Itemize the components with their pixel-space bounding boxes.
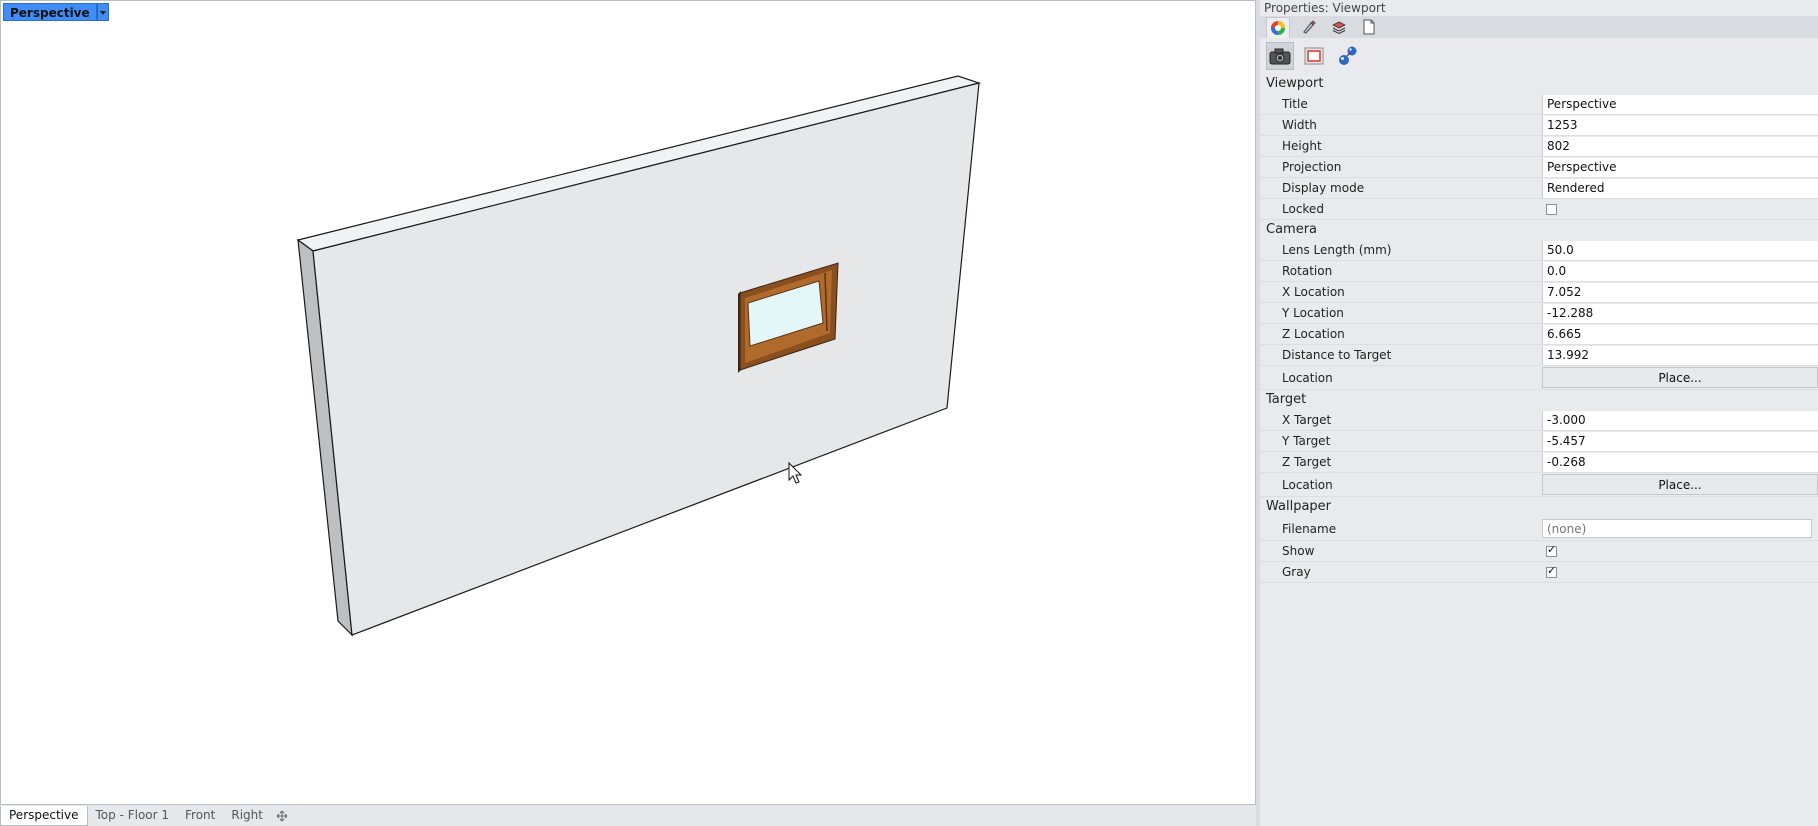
- section-target-heading: Target: [1266, 392, 1307, 407]
- display-mode-select[interactable]: Rendered: [1542, 178, 1818, 198]
- locked-checkbox[interactable]: [1546, 203, 1557, 215]
- camera-place-button[interactable]: Place...: [1542, 367, 1818, 388]
- rotation-field[interactable]: 0.0: [1542, 261, 1818, 281]
- viewport-menu-chevron-icon[interactable]: [96, 3, 109, 21]
- show-checkbox[interactable]: [1546, 543, 1557, 557]
- show-checkbox-cell: [1542, 542, 1818, 561]
- projection-label: Projection: [1282, 160, 1342, 174]
- locked-label: Locked: [1282, 202, 1324, 216]
- tab-right[interactable]: Right: [223, 806, 271, 825]
- section-viewport-heading: Viewport: [1266, 76, 1324, 91]
- viewport-tabs-bar: Perspective Top - Floor 1 Front Right: [0, 805, 1256, 826]
- gray-checkbox[interactable]: [1546, 564, 1557, 578]
- gray-label: Gray: [1282, 565, 1311, 579]
- x-target-label: X Target: [1282, 413, 1332, 427]
- title-field[interactable]: Perspective: [1542, 94, 1818, 114]
- tab-front[interactable]: Front: [177, 806, 223, 825]
- prop-row-y-location: Y Location -12.288: [1260, 303, 1818, 324]
- z-location-label: Z Location: [1282, 327, 1345, 341]
- height-field[interactable]: 802: [1542, 136, 1818, 156]
- y-location-label: Y Location: [1282, 306, 1344, 320]
- color-wheel-icon[interactable]: [1266, 16, 1290, 38]
- tab-top-floor-1[interactable]: Top - Floor 1: [88, 806, 178, 825]
- brush-icon[interactable]: [1298, 17, 1320, 37]
- width-field[interactable]: 1253: [1542, 115, 1818, 135]
- prop-row-locked: Locked: [1260, 199, 1818, 220]
- camera-icon[interactable]: [1266, 42, 1294, 70]
- z-location-field[interactable]: 6.665: [1542, 324, 1818, 344]
- camera-location-label: Location: [1282, 370, 1333, 385]
- width-label: Width: [1282, 118, 1317, 132]
- distance-to-target-label: Distance to Target: [1282, 348, 1392, 362]
- x-location-field[interactable]: 7.052: [1542, 282, 1818, 302]
- target-location-label: Location: [1282, 477, 1333, 492]
- title-label: Title: [1282, 97, 1308, 111]
- filename-field[interactable]: (none): [1542, 519, 1812, 538]
- section-camera-heading: Camera: [1266, 222, 1318, 237]
- render-sphere-icon[interactable]: [1334, 42, 1362, 70]
- prop-row-projection: Projection Perspective: [1260, 157, 1818, 178]
- prop-row-x-target: X Target -3.000: [1260, 410, 1818, 431]
- prop-row-rotation: Rotation 0.0: [1260, 261, 1818, 282]
- z-target-field[interactable]: -0.268: [1542, 452, 1818, 472]
- prop-row-show: Show: [1260, 541, 1818, 562]
- prop-row-filename: Filename (none): [1260, 517, 1818, 541]
- properties-view-icons: [1260, 38, 1818, 74]
- prop-row-display-mode: Display mode Rendered: [1260, 178, 1818, 199]
- filename-label: Filename: [1282, 521, 1337, 536]
- lens-length-field[interactable]: 50.0: [1542, 240, 1818, 260]
- display-mode-label: Display mode: [1282, 181, 1365, 195]
- viewport-title-tag[interactable]: Perspective: [3, 3, 109, 21]
- prop-row-z-location: Z Location 6.665: [1260, 324, 1818, 345]
- show-label: Show: [1282, 544, 1315, 558]
- prop-row-x-location: X Location 7.052: [1260, 282, 1818, 303]
- y-location-field[interactable]: -12.288: [1542, 303, 1818, 323]
- add-viewport-icon[interactable]: [275, 809, 289, 823]
- prop-row-gray: Gray: [1260, 562, 1818, 583]
- perspective-viewport[interactable]: Perspective: [0, 0, 1256, 805]
- prop-row-camera-location: Location Place...: [1260, 366, 1818, 390]
- prop-row-distance: Distance to Target 13.992: [1260, 345, 1818, 366]
- lens-length-label: Lens Length (mm): [1282, 243, 1392, 257]
- viewport-title-label[interactable]: Perspective: [3, 3, 97, 21]
- tab-perspective[interactable]: Perspective: [0, 805, 88, 826]
- properties-panel: Properties: Viewport Viewport Title Pers…: [1256, 0, 1818, 826]
- height-label: Height: [1282, 139, 1322, 153]
- gray-checkbox-cell: [1542, 563, 1818, 582]
- rotation-label: Rotation: [1282, 264, 1333, 278]
- prop-row-width: Width 1253: [1260, 115, 1818, 136]
- locked-checkbox-cell: [1542, 200, 1818, 219]
- prop-row-z-target: Z Target -0.268: [1260, 452, 1818, 473]
- section-wallpaper-heading: Wallpaper: [1266, 499, 1332, 514]
- y-target-label: Y Target: [1282, 434, 1331, 448]
- page-icon[interactable]: [1358, 17, 1380, 37]
- 3d-scene[interactable]: [1, 1, 1255, 804]
- prop-row-y-target: Y Target -5.457: [1260, 431, 1818, 452]
- z-target-label: Z Target: [1282, 455, 1332, 469]
- viewport-frame-icon[interactable]: [1300, 42, 1328, 70]
- layers-icon[interactable]: [1328, 17, 1350, 37]
- prop-row-title: Title Perspective: [1260, 94, 1818, 115]
- target-place-button[interactable]: Place...: [1542, 474, 1818, 495]
- distance-to-target-field[interactable]: 13.992: [1542, 345, 1818, 365]
- x-location-label: X Location: [1282, 285, 1345, 299]
- prop-row-target-location: Location Place...: [1260, 473, 1818, 497]
- prop-row-height: Height 802: [1260, 136, 1818, 157]
- prop-row-lens: Lens Length (mm) 50.0: [1260, 240, 1818, 261]
- y-target-field[interactable]: -5.457: [1542, 431, 1818, 451]
- properties-tabs: [1260, 16, 1818, 38]
- x-target-field[interactable]: -3.000: [1542, 410, 1818, 430]
- projection-select[interactable]: Perspective: [1542, 157, 1818, 177]
- properties-panel-title: Properties: Viewport: [1264, 1, 1386, 15]
